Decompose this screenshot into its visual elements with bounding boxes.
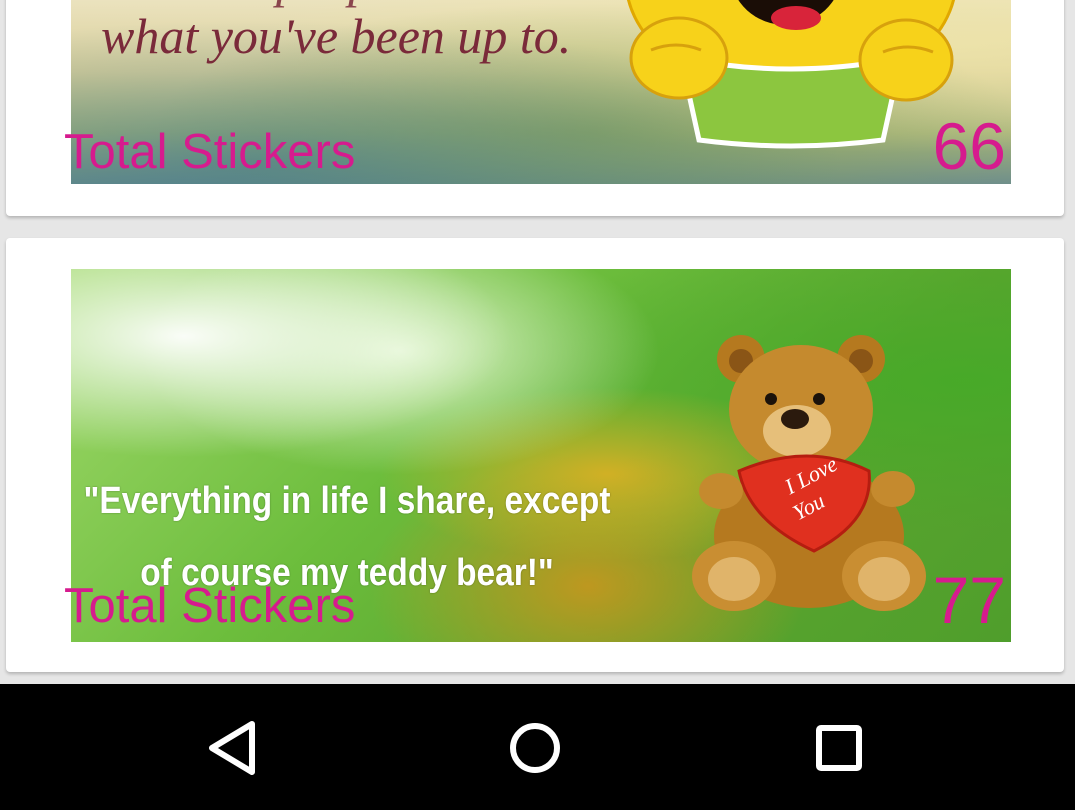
banner-quote-line: what you've been up to. <box>101 8 572 64</box>
banner-quote-cut-line: I wanna people wonder <box>101 0 641 8</box>
smiley-holding-sign-icon <box>626 0 956 149</box>
recents-icon <box>816 725 862 771</box>
sticker-count: 66 <box>932 109 1006 183</box>
back-button[interactable] <box>190 716 280 780</box>
banner-quote: I wanna people wonder what you've been u… <box>101 0 641 64</box>
sticker-pack-card-2[interactable]: "Everything in life I share, except of c… <box>6 238 1064 672</box>
teddy-bear-icon: I Love You <box>692 335 926 611</box>
total-stickers-label: Total Stickers <box>64 579 356 633</box>
total-stickers-label: Total Stickers <box>64 125 356 179</box>
banner-quote-line-1: "Everything in life I share, except <box>83 480 611 522</box>
back-icon <box>209 721 255 775</box>
sticker-pack-card-1[interactable]: I wanna people wonder what you've been u… <box>6 0 1064 216</box>
recents-button[interactable] <box>794 716 884 780</box>
home-button[interactable] <box>490 716 580 780</box>
navigation-bar <box>0 684 1075 810</box>
home-icon <box>510 723 560 773</box>
sticker-count: 77 <box>932 563 1006 637</box>
